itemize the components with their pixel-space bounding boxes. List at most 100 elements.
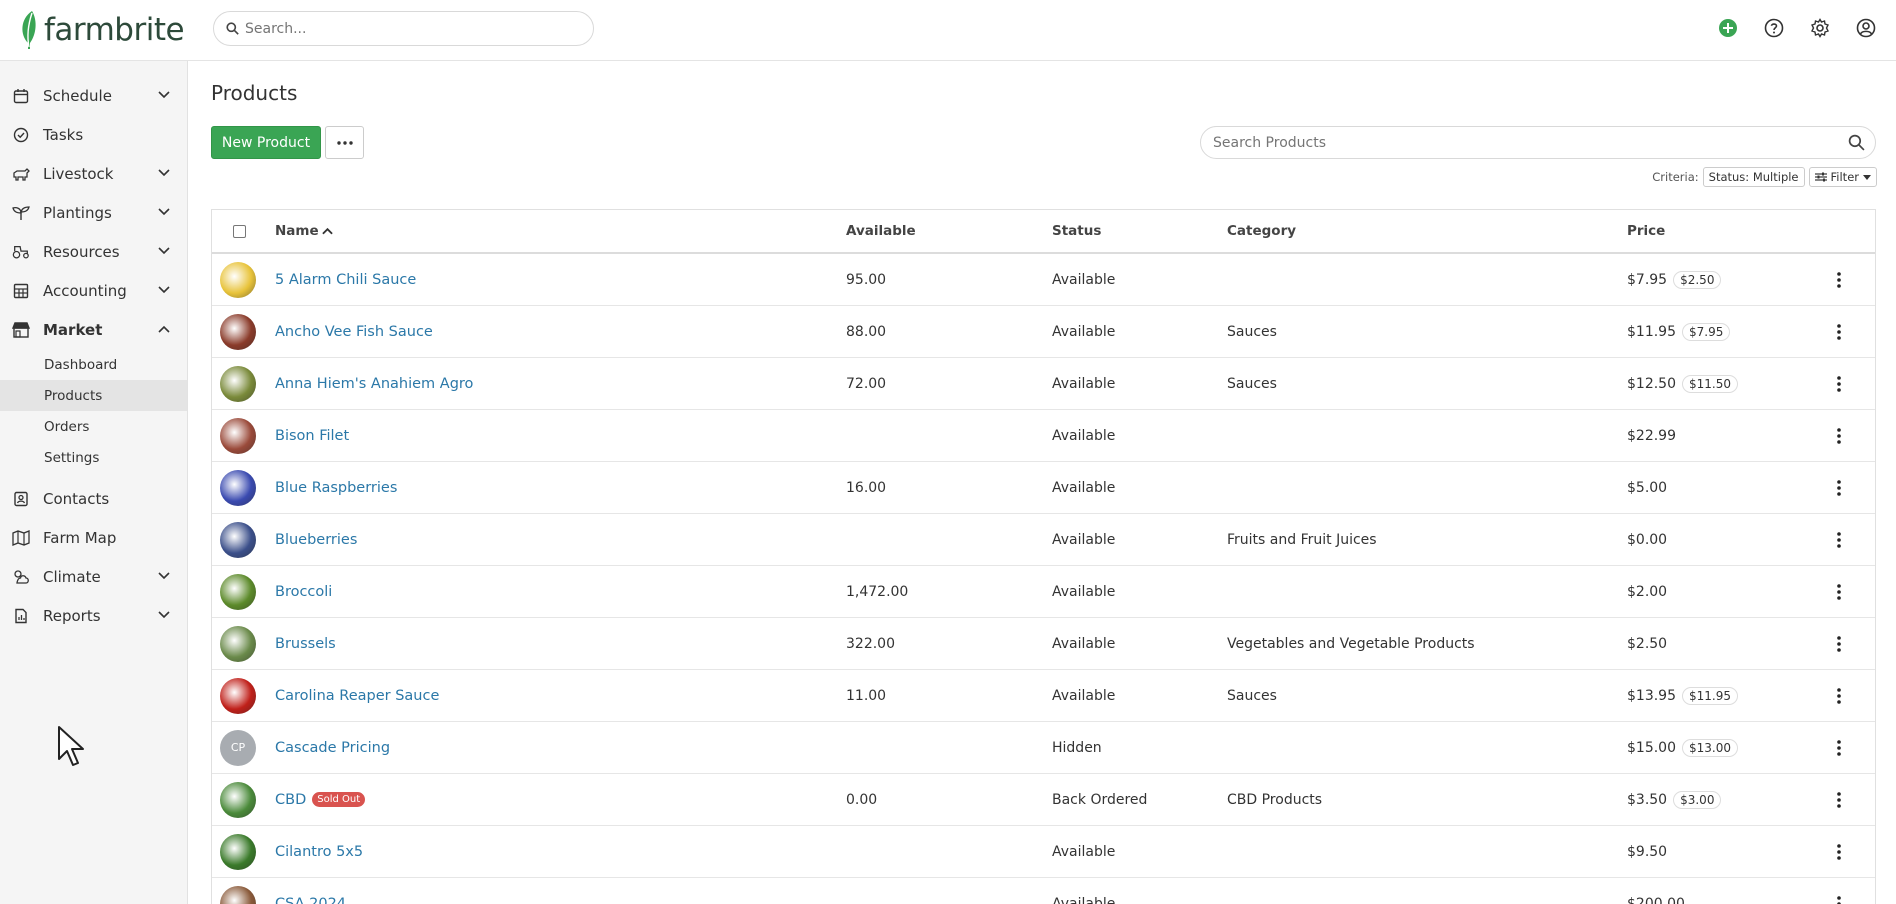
row-kebab-menu-icon[interactable] bbox=[1831, 530, 1847, 550]
new-product-button[interactable]: New Product bbox=[211, 126, 321, 159]
sold-out-badge: Sold Out bbox=[312, 792, 366, 807]
global-search[interactable] bbox=[213, 11, 594, 46]
user-circle-icon[interactable] bbox=[1854, 16, 1878, 40]
sidebar-item-tasks[interactable]: Tasks bbox=[0, 115, 187, 154]
more-actions-button[interactable] bbox=[325, 126, 364, 159]
product-name-link[interactable]: Blue Raspberries bbox=[275, 480, 397, 496]
row-kebab-menu-icon[interactable] bbox=[1831, 426, 1847, 446]
column-header-price[interactable]: Price bbox=[1627, 210, 1665, 252]
chevron-up-icon[interactable] bbox=[157, 322, 171, 336]
sidebar-item-market[interactable]: Market bbox=[0, 310, 187, 349]
table-row[interactable]: Ancho Vee Fish Sauce 88.00 Available Sauces… bbox=[212, 306, 1875, 358]
row-kebab-menu-icon[interactable] bbox=[1831, 322, 1847, 342]
product-name-link[interactable]: Cilantro 5x5 bbox=[275, 844, 363, 860]
product-price: $13.95 bbox=[1627, 687, 1676, 704]
table-row[interactable]: Blueberries Available Fruits and Fruit Jui… bbox=[212, 514, 1875, 566]
product-name-link[interactable]: CBD bbox=[275, 792, 306, 808]
product-price: $12.50 bbox=[1627, 375, 1676, 392]
row-kebab-menu-icon[interactable] bbox=[1831, 842, 1847, 862]
row-kebab-menu-icon[interactable] bbox=[1831, 894, 1847, 904]
product-name-link[interactable]: Brussels bbox=[275, 636, 336, 652]
price-alt: $3.00 bbox=[1673, 790, 1722, 809]
product-name-link[interactable]: Broccoli bbox=[275, 584, 332, 600]
table-row[interactable]: Carolina Reaper Sauce 11.00 Available Sauce… bbox=[212, 670, 1875, 722]
price-alt: $11.50 bbox=[1682, 374, 1738, 393]
sidebar-item-schedule[interactable]: Schedule bbox=[0, 76, 187, 115]
sidebar-item-reports[interactable]: Reports bbox=[0, 596, 187, 635]
sidebar-item-label: Schedule bbox=[43, 86, 112, 105]
product-search-input[interactable] bbox=[1213, 134, 1833, 151]
criteria-chip-status[interactable]: Status: Multiple bbox=[1702, 167, 1805, 187]
sidebar-item-label: Plantings bbox=[43, 203, 112, 222]
product-name-link[interactable]: Cascade Pricing bbox=[275, 740, 390, 756]
table-row[interactable]: CP Cascade Pricing Hidden $15.00 $13.00 bbox=[212, 722, 1875, 774]
sidebar-item-climate[interactable]: Climate bbox=[0, 557, 187, 596]
chevron-down-icon[interactable] bbox=[157, 608, 171, 622]
product-name-link[interactable]: Ancho Vee Fish Sauce bbox=[275, 324, 433, 340]
row-kebab-menu-icon[interactable] bbox=[1831, 738, 1847, 758]
row-kebab-menu-icon[interactable] bbox=[1831, 270, 1847, 290]
table-row[interactable]: Blue Raspberries 16.00 Available $5.00 bbox=[212, 462, 1875, 514]
row-kebab-menu-icon[interactable] bbox=[1831, 582, 1847, 602]
farmbrite-logo[interactable]: farmbrite bbox=[18, 7, 185, 53]
table-row[interactable]: Bison Filet Available $22.99 bbox=[212, 410, 1875, 462]
product-name-link[interactable]: 5 Alarm Chili Sauce bbox=[275, 272, 416, 288]
price-alt: $2.50 bbox=[1673, 270, 1722, 289]
table-row[interactable]: 5 Alarm Chili Sauce 95.00 Available $7.95 $2… bbox=[212, 254, 1875, 306]
table-row[interactable]: Brussels 322.00 Available Vegetables and Ve… bbox=[212, 618, 1875, 670]
product-thumbnail bbox=[220, 313, 256, 350]
product-thumbnail bbox=[220, 521, 256, 558]
table-row[interactable]: Cilantro 5x5 Available $9.50 bbox=[212, 826, 1875, 878]
product-price: $2.00 bbox=[1627, 583, 1668, 600]
product-name-link[interactable]: Carolina Reaper Sauce bbox=[275, 688, 439, 704]
table-row[interactable]: CBD Sold Out 0.00 Back Ordered CBD Products $… bbox=[212, 774, 1875, 826]
sidebar-item-plantings[interactable]: Plantings bbox=[0, 193, 187, 232]
product-name-link[interactable]: Blueberries bbox=[275, 532, 357, 548]
chevron-down-icon[interactable] bbox=[157, 244, 171, 258]
sidebar-item-livestock[interactable]: Livestock bbox=[0, 154, 187, 193]
chevron-down-icon[interactable] bbox=[157, 569, 171, 583]
row-kebab-menu-icon[interactable] bbox=[1831, 634, 1847, 654]
brand-name: farmbrite bbox=[44, 12, 185, 48]
product-initials-avatar: CP bbox=[220, 729, 256, 766]
sidebar-item-resources[interactable]: Resources bbox=[0, 232, 187, 271]
column-header-name[interactable]: Name bbox=[275, 210, 333, 252]
global-search-input[interactable] bbox=[245, 20, 565, 37]
product-name-link[interactable]: CSA 2024 bbox=[275, 896, 346, 904]
filter-button[interactable]: Filter bbox=[1808, 167, 1877, 187]
column-header-available[interactable]: Available bbox=[846, 210, 916, 252]
chevron-down-icon[interactable] bbox=[157, 205, 171, 219]
sidebar-item-farm-map[interactable]: Farm Map bbox=[0, 518, 187, 557]
row-kebab-menu-icon[interactable] bbox=[1831, 790, 1847, 810]
add-circle-icon[interactable] bbox=[1716, 16, 1740, 40]
help-icon[interactable] bbox=[1762, 16, 1786, 40]
table-row[interactable]: CSA 2024 Available $200.00 bbox=[212, 878, 1875, 904]
chevron-down-icon[interactable] bbox=[157, 283, 171, 297]
table-body: 5 Alarm Chili Sauce 95.00 Available $7.95 $2… bbox=[212, 254, 1875, 904]
sidebar-item-accounting[interactable]: Accounting bbox=[0, 271, 187, 310]
product-price: $11.95 bbox=[1627, 323, 1676, 340]
row-kebab-menu-icon[interactable] bbox=[1831, 374, 1847, 394]
chevron-down-icon[interactable] bbox=[157, 88, 171, 102]
sidebar-subitem-settings[interactable]: Settings bbox=[0, 442, 187, 473]
column-header-category[interactable]: Category bbox=[1227, 210, 1296, 252]
sidebar: Schedule Tasks Livestock Plantings Resou… bbox=[0, 61, 188, 904]
sidebar-subitem-products[interactable]: Products bbox=[0, 380, 187, 411]
column-header-status[interactable]: Status bbox=[1052, 210, 1101, 252]
sidebar-subitem-orders[interactable]: Orders bbox=[0, 411, 187, 442]
product-available: 95.00 bbox=[846, 271, 887, 288]
chevron-down-icon[interactable] bbox=[157, 166, 171, 180]
product-name-link[interactable]: Anna Hiem's Anahiem Agro bbox=[275, 376, 473, 392]
select-all-checkbox[interactable] bbox=[233, 224, 246, 238]
sidebar-item-contacts[interactable]: Contacts bbox=[0, 479, 187, 518]
sidebar-subitem-dashboard[interactable]: Dashboard bbox=[0, 349, 187, 380]
search-icon[interactable] bbox=[1848, 134, 1865, 155]
table-row[interactable]: Anna Hiem's Anahiem Agro 72.00 Available Sa… bbox=[212, 358, 1875, 410]
gear-icon[interactable] bbox=[1808, 16, 1832, 40]
product-search[interactable] bbox=[1200, 126, 1876, 159]
row-kebab-menu-icon[interactable] bbox=[1831, 478, 1847, 498]
table-row[interactable]: Broccoli 1,472.00 Available $2.00 bbox=[212, 566, 1875, 618]
product-name-link[interactable]: Bison Filet bbox=[275, 428, 349, 444]
row-kebab-menu-icon[interactable] bbox=[1831, 686, 1847, 706]
leaf-logo-icon bbox=[22, 11, 36, 49]
